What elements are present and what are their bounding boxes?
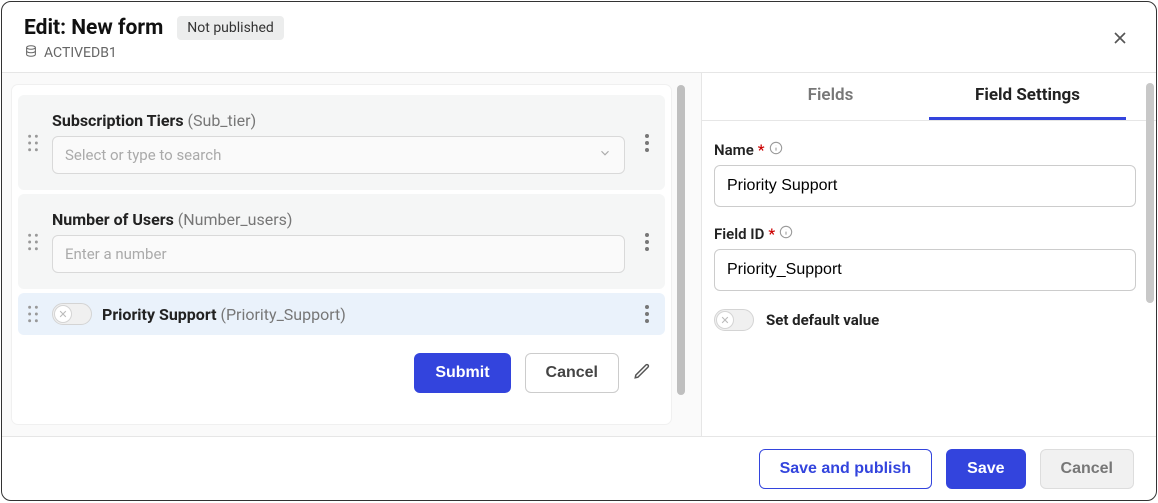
toggle-switch[interactable]: ✕ [52, 303, 92, 325]
toggle-knob-off-icon: ✕ [716, 311, 734, 329]
status-badge: Not published [177, 16, 284, 40]
field-label: Number of Users (Number_users) [52, 210, 625, 229]
set-default-row: ✕ Set default value [714, 309, 1136, 331]
field-menu-button[interactable] [635, 233, 659, 251]
field-id-label: Field ID [714, 225, 764, 243]
chevron-down-icon [598, 146, 612, 164]
set-default-toggle[interactable]: ✕ [714, 309, 754, 331]
preview-cancel-button[interactable]: Cancel [525, 353, 619, 393]
required-mark: * [758, 141, 765, 159]
field-label: Subscription Tiers (Sub_tier) [52, 111, 625, 130]
tab-field-settings[interactable]: Field Settings [929, 73, 1126, 120]
toggle-knob-off-icon: ✕ [54, 305, 72, 323]
name-label: Name [714, 141, 754, 159]
field-menu-button[interactable] [635, 134, 659, 152]
info-icon[interactable] [779, 225, 793, 243]
select-input[interactable]: Select or type to search [52, 136, 625, 174]
modal-body: Subscription Tiers (Sub_tier) Select or … [2, 72, 1156, 436]
submit-button[interactable]: Submit [414, 353, 510, 393]
field-id-group: Field ID * [714, 225, 1136, 291]
scrollbar[interactable] [1146, 83, 1154, 303]
modal-header: Edit: New form Not published ACTIVEDB1 [2, 2, 1156, 72]
page-title: Edit: New form [24, 16, 163, 40]
drag-handle-icon[interactable] [24, 305, 42, 323]
form-field-priority-support[interactable]: ✕ Priority Support (Priority_Support) [18, 293, 665, 335]
form-field-subscription-tiers[interactable]: Subscription Tiers (Sub_tier) Select or … [18, 95, 665, 190]
form-actions: Submit Cancel [16, 339, 667, 393]
database-indicator: ACTIVEDB1 [24, 44, 284, 62]
save-button[interactable]: Save [946, 449, 1025, 489]
database-name: ACTIVEDB1 [44, 45, 117, 61]
required-mark: * [768, 225, 775, 243]
settings-tabs: Fields Field Settings [702, 73, 1156, 121]
field-menu-button[interactable] [635, 305, 659, 323]
scrollbar[interactable] [677, 85, 685, 395]
close-button[interactable] [1104, 22, 1136, 58]
cancel-button[interactable]: Cancel [1040, 449, 1134, 489]
field-label: Priority Support (Priority_Support) [102, 305, 346, 324]
field-id-input[interactable] [714, 249, 1136, 291]
name-input[interactable] [714, 165, 1136, 207]
save-and-publish-button[interactable]: Save and publish [759, 449, 933, 489]
database-icon [24, 44, 38, 62]
tab-fields[interactable]: Fields [732, 73, 929, 120]
edit-form-modal: Edit: New form Not published ACTIVEDB1 [1, 1, 1157, 501]
number-input[interactable]: Enter a number [52, 235, 625, 273]
drag-handle-icon[interactable] [24, 134, 42, 152]
edit-icon[interactable] [633, 362, 651, 384]
info-icon[interactable] [769, 141, 783, 159]
name-group: Name * [714, 141, 1136, 207]
modal-footer: Save and publish Save Cancel [2, 436, 1156, 500]
form-field-number-of-users[interactable]: Number of Users (Number_users) Enter a n… [18, 194, 665, 289]
field-settings-panel: Fields Field Settings Name * [701, 73, 1156, 436]
form-preview: Subscription Tiers (Sub_tier) Select or … [12, 85, 671, 424]
set-default-label: Set default value [766, 311, 879, 329]
drag-handle-icon[interactable] [24, 233, 42, 251]
form-preview-panel: Subscription Tiers (Sub_tier) Select or … [2, 73, 701, 436]
